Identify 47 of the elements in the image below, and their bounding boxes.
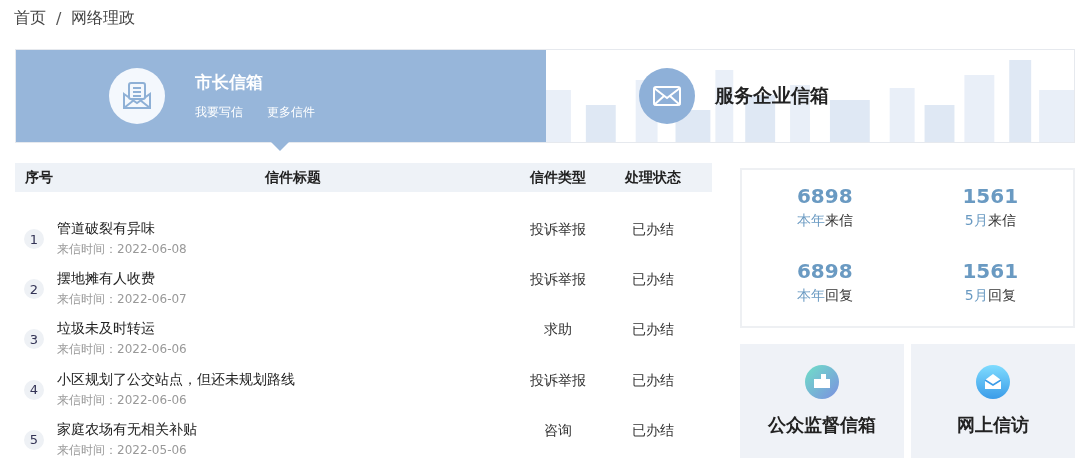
- envelope-icon: [976, 365, 1010, 399]
- envelope-icon: [639, 68, 695, 124]
- mail-icon: [109, 68, 165, 124]
- letter-title[interactable]: 小区规划了公交站点，但还未规划路线: [57, 370, 510, 389]
- letter-date: 来信时间：2022-05-06: [57, 441, 188, 459]
- row-number: 2: [24, 279, 44, 300]
- letter-date: 来信时间：2022-06-06: [57, 341, 188, 359]
- letter-title[interactable]: 垃圾未及时转运: [57, 320, 510, 339]
- stat-label: 本年来信: [796, 212, 853, 230]
- tab-title: 服务企业信箱: [715, 83, 829, 108]
- row-number: 4: [24, 379, 44, 400]
- letter-date: 来信时间：2022-06-07: [57, 291, 188, 309]
- stat-value: 6898: [796, 184, 853, 208]
- stat-label: 5月 来信: [964, 212, 1016, 230]
- stat-value: 1561: [962, 184, 1019, 208]
- letter-title[interactable]: 摆地摊有人收费: [57, 270, 510, 289]
- letter-status: 已办结: [630, 320, 675, 340]
- row-number: 5: [24, 429, 44, 450]
- row-number: 3: [24, 329, 44, 350]
- letter-title[interactable]: 管道破裂有异味: [57, 220, 510, 238]
- letter-type: 投诉举报: [528, 370, 587, 390]
- stat-label: 本年回复: [796, 287, 853, 305]
- letter-date: 来信时间：2022-06-08: [57, 241, 188, 258]
- stat-value: 6898: [796, 259, 853, 283]
- letter-type: 投诉举报: [528, 220, 587, 239]
- letter-status: 已办结: [630, 270, 675, 290]
- column-header: 序号: [24, 168, 54, 187]
- breadcrumb-link[interactable]: 网络理政: [71, 7, 136, 29]
- column-header: 信件类型: [528, 168, 587, 187]
- letter-type: 咨询: [542, 420, 573, 440]
- service-card[interactable]: 网上信访: [911, 344, 1075, 458]
- breadcrumb-link[interactable]: 首页: [14, 7, 46, 29]
- letter-status: 已办结: [630, 220, 675, 239]
- letter-title[interactable]: 家庭农场有无相关补贴: [57, 420, 510, 439]
- service-card[interactable]: 公众监督信箱: [740, 344, 904, 458]
- stat-value: 1561: [962, 259, 1019, 283]
- letter-type: 投诉举报: [528, 270, 587, 290]
- letter-date: 来信时间：2022-06-06: [57, 391, 188, 409]
- tab-title: 市长信箱: [195, 71, 264, 94]
- letter-status: 已办结: [630, 420, 675, 440]
- breadcrumb-separator: /: [56, 8, 62, 28]
- column-header: 信件标题: [263, 168, 322, 187]
- stat-label: 5月 回复: [964, 287, 1016, 305]
- letter-type: 求助: [542, 320, 573, 340]
- row-number: 1: [24, 229, 44, 250]
- letter-status: 已办结: [630, 370, 675, 390]
- column-header: 处理状态: [623, 168, 682, 187]
